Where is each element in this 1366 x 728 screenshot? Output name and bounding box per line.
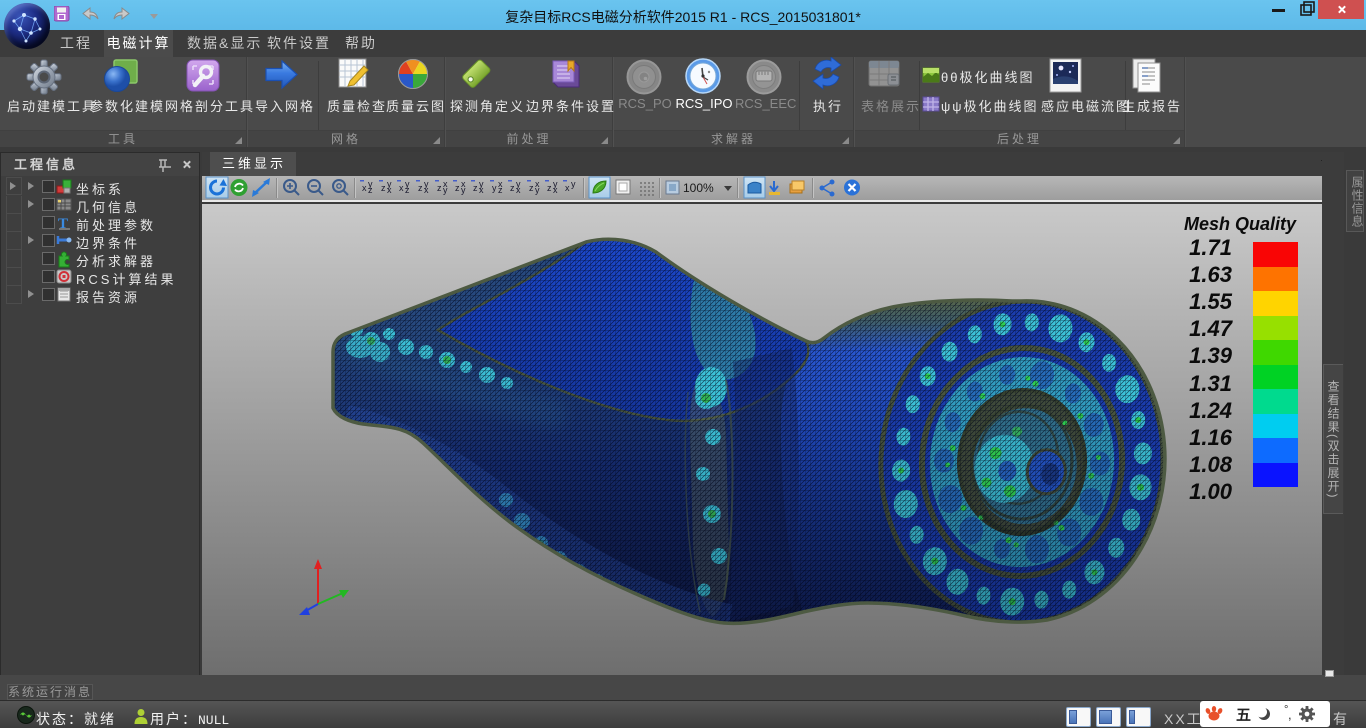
svg-text:z: z [498, 185, 503, 195]
svg-text:z: z [510, 183, 515, 193]
svg-text:y: y [461, 185, 466, 195]
svg-text:x: x [399, 183, 404, 193]
svg-text:x: x [516, 185, 521, 195]
svg-text:z: z [368, 185, 373, 195]
svg-text:z: z [547, 183, 552, 193]
svg-text:100%: 100% [683, 181, 714, 195]
svg-text:z: z [405, 185, 410, 195]
svg-text:z: z [381, 183, 386, 193]
svg-text:,: , [1288, 707, 1292, 722]
svg-text:y: y [492, 183, 497, 193]
svg-text:y: y [571, 179, 576, 189]
svg-text:x: x [424, 185, 429, 195]
svg-text:y: y [443, 185, 448, 195]
svg-text:x: x [362, 183, 367, 193]
svg-text:五: 五 [1236, 707, 1251, 724]
svg-text:x: x [479, 185, 484, 195]
svg-text:y: y [535, 185, 540, 195]
svg-text:x: x [553, 185, 558, 195]
svg-text:z: z [529, 183, 534, 193]
svg-text:z: z [418, 183, 423, 193]
svg-text:x: x [387, 185, 392, 195]
svg-text:z: z [455, 183, 460, 193]
svg-text:z: z [437, 183, 442, 193]
svg-text:z: z [473, 183, 478, 193]
svg-text:x: x [565, 183, 570, 193]
